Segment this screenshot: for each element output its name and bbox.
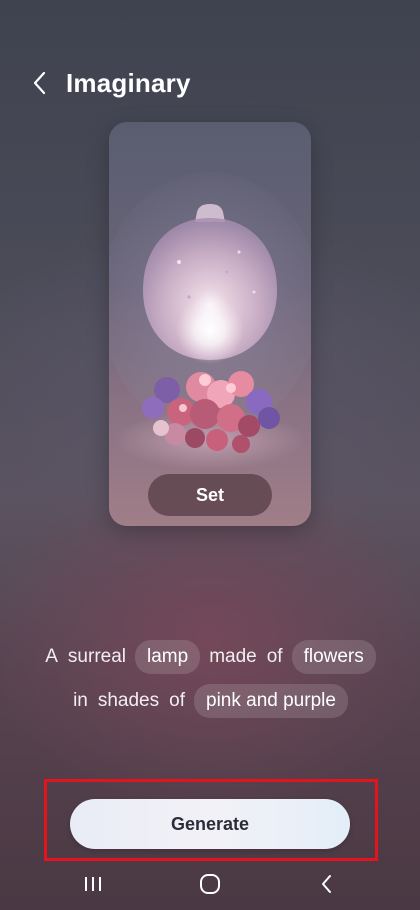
home-icon <box>200 874 220 894</box>
prompt-keyword-chip[interactable]: lamp <box>135 640 201 674</box>
back-chevron-icon <box>322 875 331 893</box>
prompt-word: made <box>209 646 257 667</box>
preview-card[interactable]: Set <box>109 122 311 526</box>
system-back-button[interactable] <box>305 866 349 902</box>
prompt-word: of <box>169 690 185 711</box>
prompt-line-1: Asurreal lamp made of flowers <box>0 640 420 674</box>
prompt-word: surreal <box>67 646 126 667</box>
generate-button[interactable]: Generate <box>70 799 350 849</box>
imaginary-screen: Imaginary Set A surreal lamp made of flo… <box>0 0 420 910</box>
chevron-left-icon <box>33 71 46 95</box>
prompt-word: of <box>266 646 283 667</box>
navigation-bar <box>0 862 420 906</box>
prompt-keyword-chip[interactable]: flowers <box>291 640 376 674</box>
prompt-word: A <box>45 646 58 667</box>
prompt-word: shades <box>97 690 160 711</box>
recents-icon <box>85 877 101 891</box>
recents-button[interactable] <box>71 866 115 902</box>
header: Imaginary <box>0 56 420 110</box>
page-title: Imaginary <box>66 67 191 98</box>
back-button[interactable] <box>20 63 60 103</box>
prompt-line-2: in shades of pink and purple <box>0 684 420 718</box>
prompt-keyword-chip[interactable]: pink and purple <box>194 684 348 718</box>
prompt-word: in <box>73 690 88 711</box>
home-button[interactable] <box>188 866 232 902</box>
set-button[interactable]: Set <box>148 474 272 516</box>
generated-image <box>109 172 311 470</box>
